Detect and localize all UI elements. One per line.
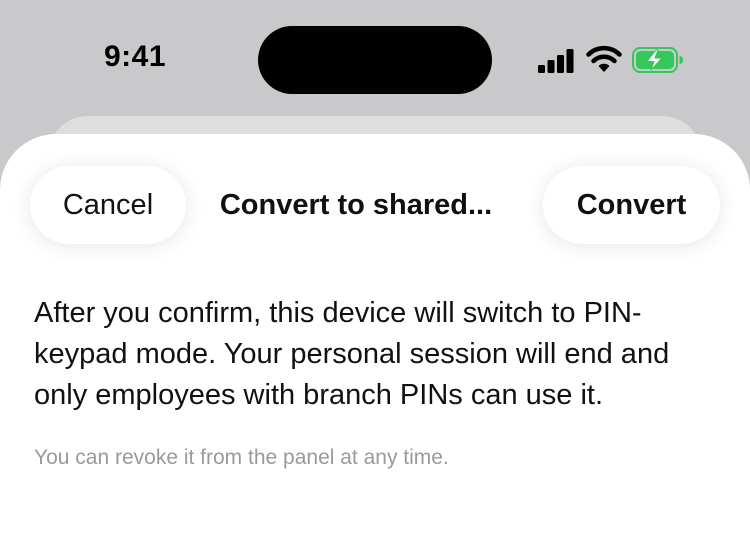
convert-button[interactable]: Convert [543,166,720,244]
dynamic-island [258,26,492,94]
battery-charging-icon [632,47,683,73]
confirmation-message: After you confirm, this device will swit… [34,297,670,411]
revoke-hint: You can revoke it from the panel at any … [34,446,449,469]
status-time: 9:41 [104,40,167,73]
status-bar: 9:41 [0,0,750,120]
cellular-signal-icon [538,49,574,73]
cancel-button[interactable]: Cancel [30,166,186,244]
wifi-icon [586,45,622,72]
sheet-title: Convert to shared... [219,188,493,221]
